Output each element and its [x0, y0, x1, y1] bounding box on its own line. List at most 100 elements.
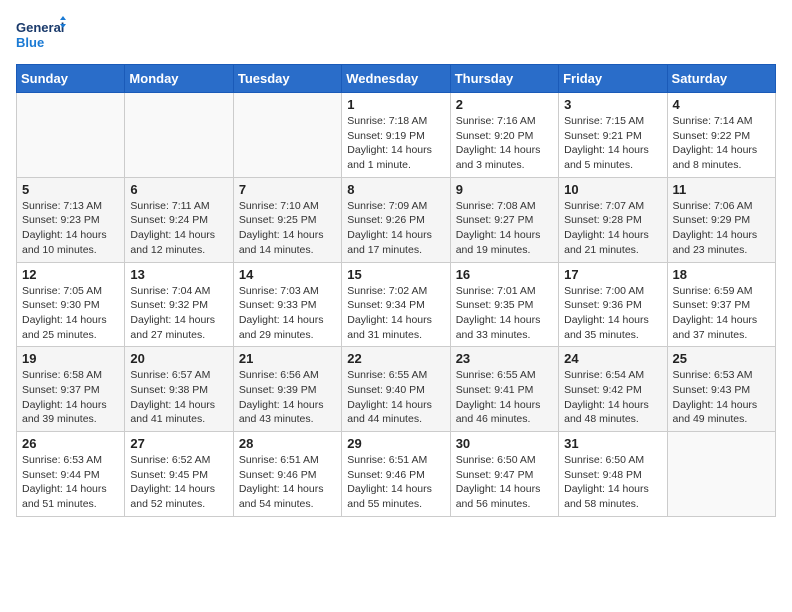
day-cell: 17 Sunrise: 7:00 AMSunset: 9:36 PMDayligh…	[559, 262, 667, 347]
day-number: 29	[347, 436, 444, 451]
day-cell: 31 Sunrise: 6:50 AMSunset: 9:48 PMDayligh…	[559, 432, 667, 517]
day-info: Sunrise: 7:18 AMSunset: 9:19 PMDaylight:…	[347, 114, 444, 173]
day-info: Sunrise: 7:07 AMSunset: 9:28 PMDaylight:…	[564, 199, 661, 258]
day-number: 11	[673, 182, 770, 197]
day-cell: 29 Sunrise: 6:51 AMSunset: 9:46 PMDayligh…	[342, 432, 450, 517]
day-number: 12	[22, 267, 119, 282]
day-info: Sunrise: 6:55 AMSunset: 9:40 PMDaylight:…	[347, 368, 444, 427]
day-info: Sunrise: 7:04 AMSunset: 9:32 PMDaylight:…	[130, 284, 227, 343]
day-info: Sunrise: 7:13 AMSunset: 9:23 PMDaylight:…	[22, 199, 119, 258]
day-cell: 19Sunrise: 6:58 AMSunset: 9:37 PMDayligh…	[17, 347, 125, 432]
day-cell: 22Sunrise: 6:55 AMSunset: 9:40 PMDayligh…	[342, 347, 450, 432]
day-cell: 4 Sunrise: 7:14 AMSunset: 9:22 PMDaylight…	[667, 93, 775, 178]
day-info: Sunrise: 6:53 AMSunset: 9:44 PMDaylight:…	[22, 453, 119, 512]
day-info: Sunrise: 7:10 AMSunset: 9:25 PMDaylight:…	[239, 199, 336, 258]
day-cell: 12Sunrise: 7:05 AMSunset: 9:30 PMDayligh…	[17, 262, 125, 347]
header-wednesday: Wednesday	[342, 65, 450, 93]
day-cell: 30 Sunrise: 6:50 AMSunset: 9:47 PMDayligh…	[450, 432, 558, 517]
week-row-4: 19Sunrise: 6:58 AMSunset: 9:37 PMDayligh…	[17, 347, 776, 432]
day-cell	[17, 93, 125, 178]
day-info: Sunrise: 7:14 AMSunset: 9:22 PMDaylight:…	[673, 114, 770, 173]
day-cell: 20 Sunrise: 6:57 AMSunset: 9:38 PMDayligh…	[125, 347, 233, 432]
day-info: Sunrise: 7:15 AMSunset: 9:21 PMDaylight:…	[564, 114, 661, 173]
day-info: Sunrise: 7:03 AMSunset: 9:33 PMDaylight:…	[239, 284, 336, 343]
header-monday: Monday	[125, 65, 233, 93]
day-info: Sunrise: 6:59 AMSunset: 9:37 PMDaylight:…	[673, 284, 770, 343]
day-cell: 7 Sunrise: 7:10 AMSunset: 9:25 PMDaylight…	[233, 177, 341, 262]
day-info: Sunrise: 7:00 AMSunset: 9:36 PMDaylight:…	[564, 284, 661, 343]
day-cell: 16Sunrise: 7:01 AMSunset: 9:35 PMDayligh…	[450, 262, 558, 347]
day-number: 10	[564, 182, 661, 197]
day-number: 16	[456, 267, 553, 282]
day-number: 17	[564, 267, 661, 282]
svg-text:Blue: Blue	[16, 35, 44, 50]
day-number: 26	[22, 436, 119, 451]
day-number: 1	[347, 97, 444, 112]
day-number: 15	[347, 267, 444, 282]
day-info: Sunrise: 6:51 AMSunset: 9:46 PMDaylight:…	[239, 453, 336, 512]
day-info: Sunrise: 6:50 AMSunset: 9:48 PMDaylight:…	[564, 453, 661, 512]
day-info: Sunrise: 7:11 AMSunset: 9:24 PMDaylight:…	[130, 199, 227, 258]
day-number: 5	[22, 182, 119, 197]
day-cell	[233, 93, 341, 178]
day-cell	[125, 93, 233, 178]
day-cell: 1 Sunrise: 7:18 AMSunset: 9:19 PMDaylight…	[342, 93, 450, 178]
day-number: 4	[673, 97, 770, 112]
day-number: 21	[239, 351, 336, 366]
day-cell: 14 Sunrise: 7:03 AMSunset: 9:33 PMDayligh…	[233, 262, 341, 347]
day-cell: 23 Sunrise: 6:55 AMSunset: 9:41 PMDayligh…	[450, 347, 558, 432]
day-info: Sunrise: 6:50 AMSunset: 9:47 PMDaylight:…	[456, 453, 553, 512]
day-info: Sunrise: 7:02 AMSunset: 9:34 PMDaylight:…	[347, 284, 444, 343]
day-cell: 2 Sunrise: 7:16 AMSunset: 9:20 PMDaylight…	[450, 93, 558, 178]
day-info: Sunrise: 6:57 AMSunset: 9:38 PMDaylight:…	[130, 368, 227, 427]
day-cell: 3 Sunrise: 7:15 AMSunset: 9:21 PMDaylight…	[559, 93, 667, 178]
day-number: 28	[239, 436, 336, 451]
header-tuesday: Tuesday	[233, 65, 341, 93]
day-number: 31	[564, 436, 661, 451]
week-row-1: 1 Sunrise: 7:18 AMSunset: 9:19 PMDaylight…	[17, 93, 776, 178]
day-number: 2	[456, 97, 553, 112]
day-cell	[667, 432, 775, 517]
day-cell: 21Sunrise: 6:56 AMSunset: 9:39 PMDayligh…	[233, 347, 341, 432]
day-cell: 9 Sunrise: 7:08 AMSunset: 9:27 PMDaylight…	[450, 177, 558, 262]
day-number: 3	[564, 97, 661, 112]
day-info: Sunrise: 6:51 AMSunset: 9:46 PMDaylight:…	[347, 453, 444, 512]
day-cell: 11Sunrise: 7:06 AMSunset: 9:29 PMDayligh…	[667, 177, 775, 262]
week-row-5: 26 Sunrise: 6:53 AMSunset: 9:44 PMDayligh…	[17, 432, 776, 517]
day-cell: 13 Sunrise: 7:04 AMSunset: 9:32 PMDayligh…	[125, 262, 233, 347]
day-info: Sunrise: 7:16 AMSunset: 9:20 PMDaylight:…	[456, 114, 553, 173]
day-number: 27	[130, 436, 227, 451]
day-cell: 6 Sunrise: 7:11 AMSunset: 9:24 PMDaylight…	[125, 177, 233, 262]
day-info: Sunrise: 6:55 AMSunset: 9:41 PMDaylight:…	[456, 368, 553, 427]
day-number: 18	[673, 267, 770, 282]
week-row-3: 12Sunrise: 7:05 AMSunset: 9:30 PMDayligh…	[17, 262, 776, 347]
calendar: SundayMondayTuesdayWednesdayThursdayFrid…	[16, 64, 776, 517]
day-cell: 15 Sunrise: 7:02 AMSunset: 9:34 PMDayligh…	[342, 262, 450, 347]
day-number: 30	[456, 436, 553, 451]
header: General Blue	[16, 16, 776, 54]
day-number: 20	[130, 351, 227, 366]
day-number: 14	[239, 267, 336, 282]
day-cell: 8Sunrise: 7:09 AMSunset: 9:26 PMDaylight…	[342, 177, 450, 262]
day-info: Sunrise: 7:09 AMSunset: 9:26 PMDaylight:…	[347, 199, 444, 258]
header-saturday: Saturday	[667, 65, 775, 93]
day-info: Sunrise: 7:08 AMSunset: 9:27 PMDaylight:…	[456, 199, 553, 258]
day-cell: 24 Sunrise: 6:54 AMSunset: 9:42 PMDayligh…	[559, 347, 667, 432]
day-cell: 27Sunrise: 6:52 AMSunset: 9:45 PMDayligh…	[125, 432, 233, 517]
day-number: 7	[239, 182, 336, 197]
day-number: 6	[130, 182, 227, 197]
day-number: 13	[130, 267, 227, 282]
day-number: 25	[673, 351, 770, 366]
day-number: 19	[22, 351, 119, 366]
day-info: Sunrise: 6:54 AMSunset: 9:42 PMDaylight:…	[564, 368, 661, 427]
day-number: 9	[456, 182, 553, 197]
header-sunday: Sunday	[17, 65, 125, 93]
day-number: 23	[456, 351, 553, 366]
day-cell: 28 Sunrise: 6:51 AMSunset: 9:46 PMDayligh…	[233, 432, 341, 517]
svg-text:General: General	[16, 20, 64, 35]
day-cell: 18 Sunrise: 6:59 AMSunset: 9:37 PMDayligh…	[667, 262, 775, 347]
day-info: Sunrise: 6:53 AMSunset: 9:43 PMDaylight:…	[673, 368, 770, 427]
day-number: 24	[564, 351, 661, 366]
day-cell: 25 Sunrise: 6:53 AMSunset: 9:43 PMDayligh…	[667, 347, 775, 432]
logo-svg: General Blue	[16, 16, 66, 54]
